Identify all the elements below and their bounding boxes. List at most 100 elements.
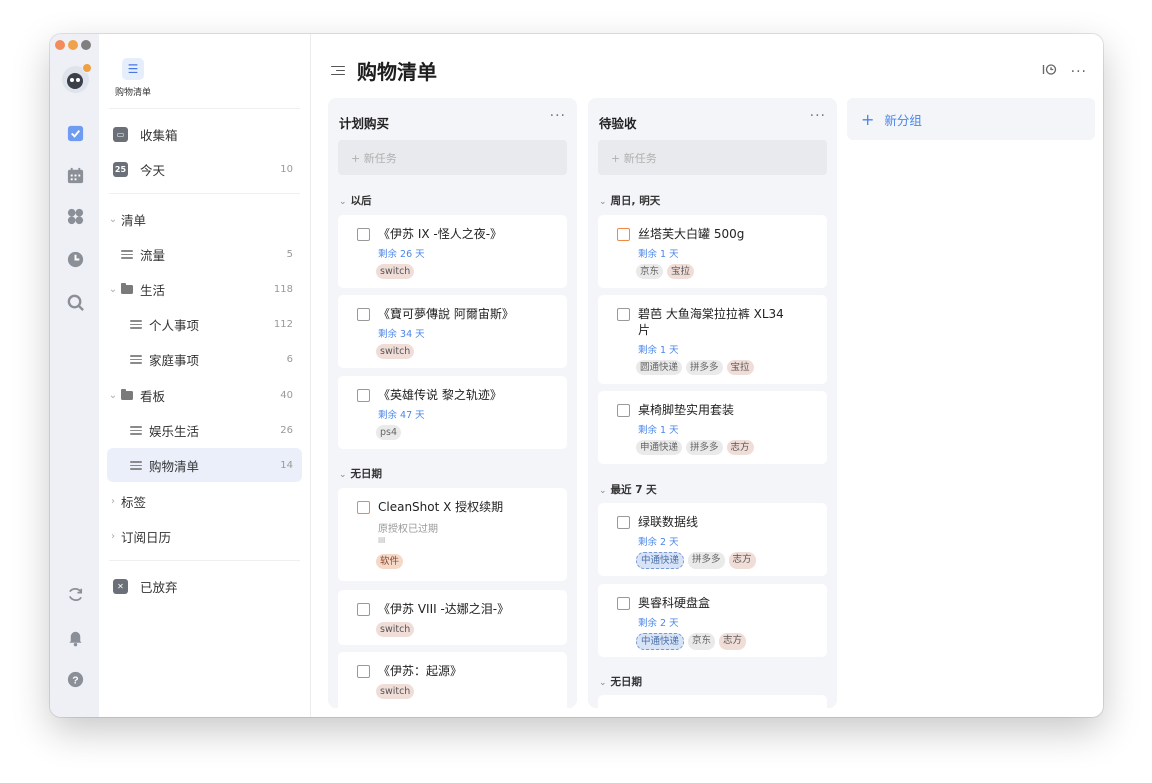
sync-icon[interactable] xyxy=(65,584,85,604)
task-card[interactable]: 《伊苏 IX -怪人之夜-》 剩余 26 天 switch xyxy=(338,215,567,288)
tag[interactable]: 中通快递 xyxy=(636,552,685,569)
tasks-checkbox-icon[interactable] xyxy=(65,123,85,143)
chevron-right-icon: › xyxy=(111,530,115,542)
section-header-tomorrow[interactable]: ⌄ 周日, 明天 xyxy=(599,193,660,208)
attachment-icon: ▤ xyxy=(378,535,386,544)
tag[interactable]: switch xyxy=(376,264,415,279)
sidebar-section-tags[interactable]: › 标签 xyxy=(107,484,302,518)
icon-rail: ? xyxy=(50,34,99,717)
task-card[interactable]: 奥睿科硬盘盒 剩余 2 天 中通快递 京东 志方 xyxy=(598,584,827,657)
more-options-icon[interactable]: ··· xyxy=(1071,64,1087,80)
section-header-next-7-days[interactable]: ⌄ 最近 7 天 xyxy=(599,482,657,497)
add-group-button[interactable]: + 新分组 xyxy=(847,98,1095,140)
task-card[interactable]: 丝塔芙大白罐 500g 剩余 1 天 京东 宝拉 xyxy=(598,215,827,288)
section-header-no-date[interactable]: ⌄ 无日期 xyxy=(339,466,382,481)
tag[interactable]: 志方 xyxy=(719,633,747,650)
tag[interactable]: switch xyxy=(376,684,415,699)
calendar-icon[interactable] xyxy=(65,165,85,185)
today-calendar-icon: 25 xyxy=(113,161,128,177)
tag[interactable]: 志方 xyxy=(726,440,754,455)
tag[interactable]: 京东 xyxy=(688,633,716,650)
task-title: 桌椅脚垫实用套装 xyxy=(638,403,735,417)
task-checkbox[interactable] xyxy=(357,228,370,241)
task-title: 奥睿科硬盘盒 xyxy=(638,596,711,610)
task-card[interactable]: 《伊苏：起源》 switch xyxy=(338,652,567,708)
task-checkbox[interactable] xyxy=(357,389,370,402)
sidebar-item-inbox[interactable]: ▭ 收集箱 xyxy=(107,117,302,151)
section-header-later[interactable]: ⌄ 以后 xyxy=(339,193,372,208)
tag[interactable]: ps4 xyxy=(376,425,402,440)
tag[interactable]: 宝拉 xyxy=(667,264,695,279)
task-card[interactable]: CleanShot X 授权续期 原授权已过期 ▤ 软件 xyxy=(338,488,567,581)
sidebar-item-abandoned[interactable]: ✕ 已放弃 xyxy=(107,569,302,603)
task-card[interactable] xyxy=(598,695,827,708)
task-checkbox[interactable] xyxy=(617,308,630,321)
tag[interactable]: 拼多多 xyxy=(686,440,723,455)
task-checkbox[interactable] xyxy=(357,603,370,616)
four-quadrants-icon[interactable] xyxy=(65,206,85,226)
task-card[interactable]: 《伊苏 VIII -达娜之泪-》 switch xyxy=(338,590,567,645)
collapse-sidebar-icon[interactable] xyxy=(331,64,347,78)
task-title: 《伊苏：起源》 xyxy=(378,664,463,678)
sidebar-item-today[interactable]: 25 今天 10 xyxy=(107,152,302,186)
list-icon xyxy=(130,425,142,435)
task-checkbox[interactable] xyxy=(357,501,370,514)
tag[interactable]: 申通快递 xyxy=(636,440,683,455)
sidebar-section-calendars[interactable]: › 订阅日历 xyxy=(107,519,302,553)
task-checkbox[interactable] xyxy=(357,308,370,321)
sidebar-item-traffic[interactable]: 流量 5 xyxy=(107,237,302,271)
task-checkbox[interactable] xyxy=(617,516,630,529)
help-icon[interactable]: ? xyxy=(65,669,85,689)
chevron-down-icon: ⌄ xyxy=(108,283,118,295)
section-header-no-date[interactable]: ⌄ 无日期 xyxy=(599,674,642,689)
task-card[interactable]: 碧芭 大鱼海棠拉拉裤 XL34 片 剩余 1 天 圆通快递 拼多多 宝拉 xyxy=(598,295,827,384)
kanban-column-pending-check: 待验收 ··· + 新任务 ⌄ 周日, 明天 丝塔芙大白罐 500g 剩余 1 天… xyxy=(588,98,837,708)
sidebar-folder-life[interactable]: ⌄ 生活 118 xyxy=(107,272,302,306)
task-title: 丝塔芙大白罐 500g xyxy=(638,227,745,241)
tag[interactable]: 软件 xyxy=(376,554,404,569)
task-card[interactable]: 绿联数据线 剩余 2 天 中通快递 拼多多 志方 xyxy=(598,503,827,576)
task-card[interactable]: 《寶可夢傳說 阿爾宙斯》 剩余 34 天 switch xyxy=(338,295,567,368)
column-more-button[interactable]: ··· xyxy=(810,108,826,124)
tag[interactable]: 志方 xyxy=(728,552,756,569)
column-more-button[interactable]: ··· xyxy=(550,108,566,124)
chevron-down-icon: ⌄ xyxy=(599,678,607,688)
avatar[interactable] xyxy=(62,63,92,93)
sidebar-item-shopping[interactable]: 购物清单 14 xyxy=(107,448,302,482)
tag[interactable]: switch xyxy=(376,622,415,637)
task-card[interactable]: 《英雄传说 黎之轨迹》 剩余 47 天 ps4 xyxy=(338,376,567,449)
minimize-window-button[interactable] xyxy=(68,40,78,50)
tag[interactable]: 京东 xyxy=(636,264,664,279)
add-task-input[interactable]: + 新任务 xyxy=(338,140,567,175)
task-checkbox[interactable] xyxy=(617,597,630,610)
search-icon[interactable] xyxy=(65,292,85,312)
notification-bell-icon[interactable] xyxy=(65,627,85,647)
sidebar-section-lists[interactable]: ⌄ 清单 xyxy=(107,202,302,236)
tag[interactable]: 圆通快递 xyxy=(636,360,683,375)
tag[interactable]: 宝拉 xyxy=(726,360,754,375)
add-task-input[interactable]: + 新任务 xyxy=(598,140,827,175)
main-board: 购物清单 ··· 计划购买 ··· + 新任务 ⌄ 以后 《伊苏 IX -怪人之夜… xyxy=(311,34,1103,717)
sidebar-item-personal[interactable]: 个人事项 112 xyxy=(107,307,302,341)
task-card[interactable]: 桌椅脚垫实用套装 剩余 1 天 申通快递 拼多多 志方 xyxy=(598,391,827,464)
tag[interactable]: 拼多多 xyxy=(686,360,723,375)
sidebar-folder-kanban[interactable]: ⌄ 看板 40 xyxy=(107,378,302,412)
tag[interactable]: 中通快递 xyxy=(636,633,685,650)
tag[interactable]: switch xyxy=(376,344,415,359)
chevron-down-icon: ⌄ xyxy=(599,486,607,496)
task-title: 《伊苏 IX -怪人之夜-》 xyxy=(378,227,503,241)
tag[interactable]: 拼多多 xyxy=(688,552,725,569)
history-icon[interactable] xyxy=(1042,62,1057,81)
task-checkbox[interactable] xyxy=(617,228,630,241)
pomodoro-clock-icon[interactable] xyxy=(65,249,85,269)
sidebar-item-entertainment[interactable]: 娱乐生活 26 xyxy=(107,413,302,447)
due-date: 剩余 2 天 xyxy=(638,618,679,629)
zoom-window-button[interactable] xyxy=(81,40,91,50)
task-checkbox[interactable] xyxy=(617,404,630,417)
task-checkbox[interactable] xyxy=(357,665,370,678)
due-date: 剩余 34 天 xyxy=(378,329,425,340)
chevron-down-icon: ⌄ xyxy=(339,470,347,480)
close-window-button[interactable] xyxy=(55,40,65,50)
sidebar-current-list[interactable]: ☰ 购物清单 xyxy=(115,58,151,98)
sidebar-item-family[interactable]: 家庭事项 6 xyxy=(107,342,302,376)
